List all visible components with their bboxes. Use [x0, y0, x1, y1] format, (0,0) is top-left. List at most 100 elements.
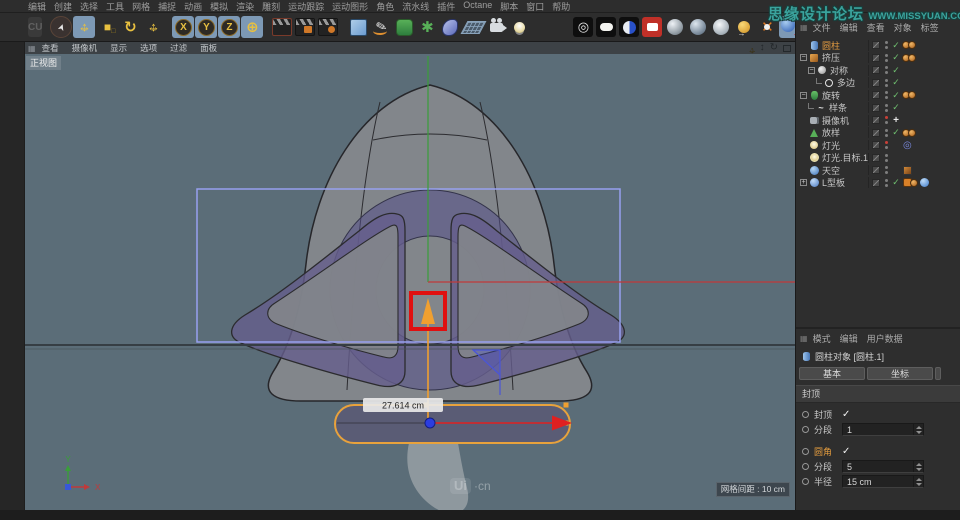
object-row-6[interactable]: 摄像机 +	[796, 114, 960, 127]
enable-toggle[interactable]: ✓	[890, 127, 902, 138]
render-active-view[interactable]	[271, 16, 293, 38]
generators-menu[interactable]	[416, 16, 438, 38]
object-name[interactable]: 天空	[822, 164, 840, 177]
enable-toggle[interactable]: ✓	[890, 90, 902, 101]
handle-top-right[interactable]	[563, 402, 569, 408]
object-name[interactable]: 圆柱	[822, 39, 840, 52]
viewport-menu-item-5[interactable]: 面板	[200, 42, 217, 54]
material-tag[interactable]	[908, 53, 916, 62]
material-tag[interactable]	[908, 128, 916, 137]
visibility-dot-render[interactable]	[884, 71, 888, 75]
object-row-11[interactable]: + L型板 ✓	[796, 177, 960, 190]
visibility-dot-editor[interactable]	[884, 153, 888, 157]
keyframe-circle[interactable]	[802, 426, 809, 433]
visibility-dots[interactable]	[882, 128, 890, 138]
render-active-object[interactable]	[641, 16, 663, 38]
layer-box[interactable]	[872, 153, 880, 162]
visibility-dots[interactable]	[882, 65, 890, 75]
value-stepper[interactable]	[913, 424, 923, 435]
lock-x-axis[interactable]: X	[172, 16, 195, 38]
am-menu-item-0[interactable]: 模式	[813, 332, 831, 345]
visibility-dots[interactable]	[882, 153, 890, 163]
enable-toggle[interactable]: ✓	[890, 177, 902, 188]
object-name[interactable]: 对称	[830, 64, 848, 77]
attribute-input[interactable]: 1	[842, 423, 924, 436]
visibility-dot-editor[interactable]	[884, 41, 888, 45]
lock-z-axis[interactable]: Z	[218, 16, 241, 38]
visibility-dot-render[interactable]	[884, 58, 888, 62]
render-picture-viewer[interactable]	[294, 16, 316, 38]
attribute-checkbox[interactable]: ✓	[842, 446, 850, 457]
menubar-item-2[interactable]: 选择	[80, 0, 98, 13]
layer-box[interactable]	[872, 178, 880, 187]
viewport-menu-item-1[interactable]: 摄像机	[72, 42, 98, 54]
keyframe-circle[interactable]	[802, 463, 809, 470]
environment-menu[interactable]	[462, 16, 484, 38]
material-tag[interactable]	[908, 91, 916, 100]
menubar-item-12[interactable]: 角色	[376, 0, 394, 13]
layer-box[interactable]	[872, 41, 880, 50]
light-menu[interactable]	[508, 16, 530, 38]
expander-collapse-icon[interactable]: −	[808, 66, 815, 74]
keyframe-circle[interactable]	[802, 478, 809, 485]
object-row-3[interactable]: 多边 ✓	[796, 77, 960, 90]
visibility-dot-editor[interactable]	[884, 103, 888, 107]
render-settings[interactable]	[317, 16, 339, 38]
object-name[interactable]: 样条	[829, 101, 847, 114]
material-tag[interactable]	[908, 41, 916, 50]
stepper-down-icon[interactable]	[915, 482, 922, 486]
model-foot[interactable]	[407, 443, 469, 510]
move-tool[interactable]	[73, 16, 96, 38]
visibility-dots[interactable]	[882, 90, 890, 100]
visibility-dot-render[interactable]	[884, 183, 888, 187]
visibility-dots[interactable]	[882, 40, 890, 50]
menubar-item-18[interactable]: 帮助	[552, 0, 570, 13]
stepper-up-icon[interactable]	[915, 425, 922, 429]
menubar-item-13[interactable]: 流水线	[402, 0, 429, 13]
object-row-10[interactable]: 天空	[796, 164, 960, 177]
tab-basic[interactable]: 基本	[799, 367, 865, 380]
object-row-0[interactable]: 圆柱 ✓	[796, 39, 960, 52]
deformers-menu[interactable]	[439, 16, 461, 38]
layer-box[interactable]	[872, 66, 880, 75]
menubar-item-9[interactable]: 雕刻	[262, 0, 280, 13]
menubar-item-3[interactable]: 工具	[106, 0, 124, 13]
stepper-down-icon[interactable]	[915, 430, 922, 434]
layer-box[interactable]	[872, 128, 880, 137]
menubar-item-4[interactable]: 网格	[132, 0, 150, 13]
keyframe-box[interactable]	[595, 16, 617, 38]
visibility-dots[interactable]	[882, 178, 890, 188]
panel-grip-icon[interactable]: ▦	[800, 334, 808, 343]
viewport-menu-item-0[interactable]: 查看	[42, 42, 59, 54]
texture-tag[interactable]	[903, 165, 912, 175]
visibility-dot-editor[interactable]	[884, 53, 888, 57]
object-name[interactable]: 放样	[822, 126, 840, 139]
object-name[interactable]: 灯光	[822, 139, 840, 152]
visibility-dot-render[interactable]	[884, 108, 888, 112]
visibility-dots[interactable]	[882, 53, 890, 63]
zoom-view-icon[interactable]: ↕	[760, 43, 765, 53]
stepper-up-icon[interactable]	[915, 477, 922, 481]
origin-point[interactable]	[424, 417, 436, 429]
tab-overflow[interactable]	[935, 367, 941, 380]
pan-view-icon[interactable]	[746, 45, 757, 56]
spline-pen-menu[interactable]	[370, 16, 392, 38]
visibility-dot-editor[interactable]	[884, 141, 888, 145]
am-menu-item-1[interactable]: 编辑	[840, 332, 858, 345]
layer-box[interactable]	[872, 91, 880, 100]
layer-box[interactable]	[872, 53, 880, 62]
enable-toggle[interactable]: ✓	[890, 65, 902, 76]
primitive-cube-menu[interactable]	[347, 16, 369, 38]
coordinates-manager[interactable]	[733, 16, 755, 38]
viewport-menu-item-4[interactable]: 过滤	[170, 42, 187, 54]
record-button[interactable]	[572, 16, 594, 38]
menubar-item-7[interactable]: 模拟	[210, 0, 228, 13]
object-row-2[interactable]: − 对称 ✓	[796, 64, 960, 77]
value-stepper[interactable]	[913, 476, 923, 487]
visibility-dot-render[interactable]	[884, 158, 888, 162]
object-name[interactable]: 挤压	[822, 51, 840, 64]
visibility-dot-editor[interactable]	[884, 166, 888, 170]
enable-toggle[interactable]: ✓	[890, 40, 902, 51]
menubar-item-11[interactable]: 运动图形	[332, 0, 368, 13]
visibility-dot-editor[interactable]	[884, 128, 888, 132]
